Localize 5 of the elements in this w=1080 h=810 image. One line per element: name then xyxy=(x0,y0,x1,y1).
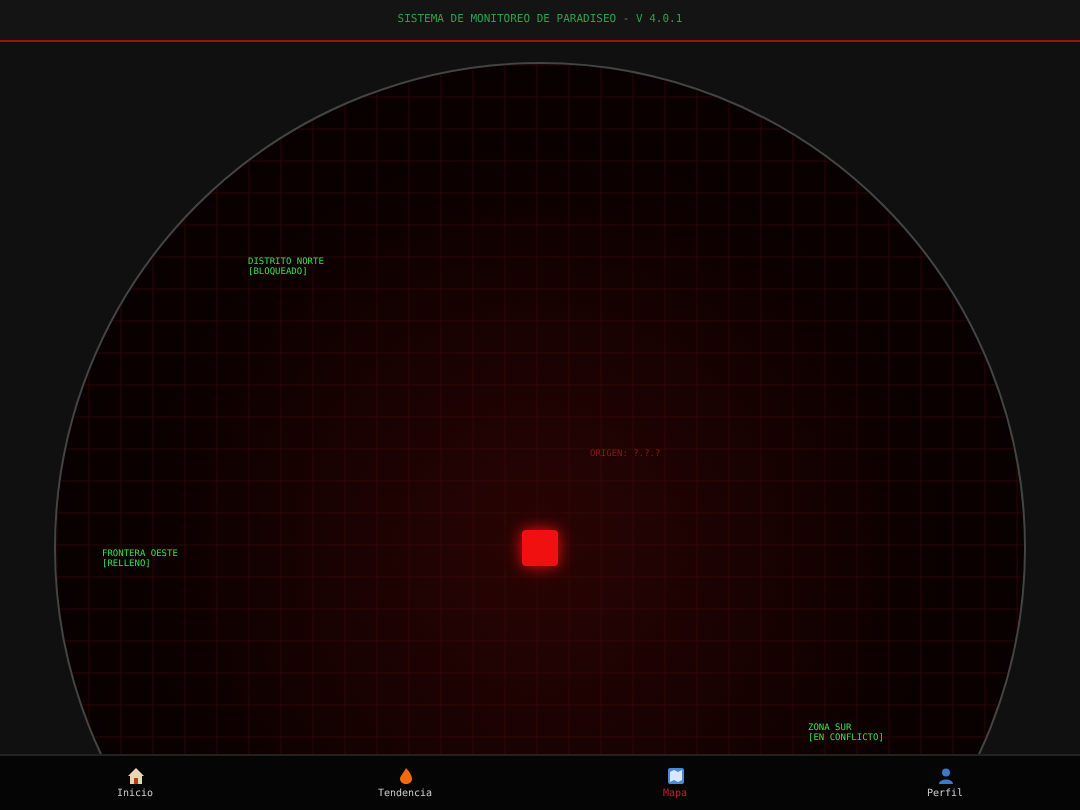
origin-marker xyxy=(522,530,558,566)
map-icon xyxy=(667,767,683,783)
house-icon xyxy=(127,767,143,783)
person-icon xyxy=(937,767,953,783)
flame-icon xyxy=(397,767,413,783)
